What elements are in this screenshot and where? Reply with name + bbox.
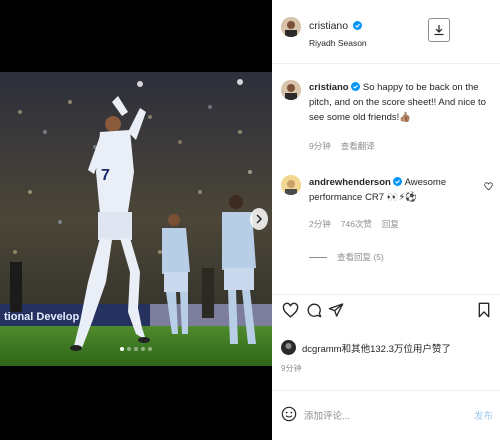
caption-time: 9分钟 [309,141,331,151]
heart-icon [282,302,298,318]
comment-time: 2分钟 [309,219,331,229]
comment-author[interactable]: andrewhenderson [309,177,391,188]
share-button[interactable] [327,301,345,319]
post-header: cristiano Riyadh Season [272,0,500,64]
post-location[interactable]: Riyadh Season [309,38,367,48]
replies-divider [309,256,327,258]
next-image-button[interactable] [250,208,268,230]
ad-board-text: tional Develop [4,311,79,323]
caption-author[interactable]: cristiano [309,82,349,93]
comment-like-count[interactable]: 746次赞 [341,218,372,230]
post-media: tional Develop 7 [0,0,272,440]
view-replies-link[interactable]: 查看回复 (5) [337,251,384,263]
bookmark-icon [478,302,490,318]
verified-badge-icon [351,82,361,91]
author-row: cristiano [309,16,362,34]
carousel-dot[interactable] [127,347,131,351]
avatar-image [281,175,301,195]
post-photo[interactable]: tional Develop 7 [0,72,272,366]
add-comment-row: 添加评论... 发布 [272,390,500,440]
comments-section: cristiano So happy to be back on the pit… [272,64,500,294]
save-button[interactable] [475,301,493,319]
comment-icon [307,303,322,318]
verified-badge-icon [352,21,362,30]
avatar[interactable] [281,17,301,37]
post-time: 9分钟 [281,364,302,373]
comment-like-heart-icon[interactable] [484,182,493,191]
carousel-dot[interactable] [141,347,145,351]
caption-text: cristiano So happy to be back on the pit… [309,80,495,125]
avatar-image [281,340,296,355]
comment-input[interactable]: 添加评论... [304,408,350,422]
comment-meta: 2分钟 746次赞 回复 [309,218,399,230]
stadium-photo: tional Develop 7 [0,72,272,366]
avatar-image [281,17,301,37]
post-details-panel: cristiano Riyadh Season cristiano So hap… [272,0,500,440]
svg-text:7: 7 [101,167,110,184]
avatar[interactable] [281,340,296,355]
avatar[interactable] [281,175,301,195]
avatar[interactable] [281,80,301,100]
download-button[interactable] [428,18,450,42]
likes-summary[interactable]: dcgramm和其他132.3万位用户赞了 [302,341,451,355]
comment-text: andrewhenderson Awesome performance CR7 … [309,175,479,205]
carousel-dot[interactable] [134,347,138,351]
view-replies-row[interactable]: 查看回复 (5) [309,251,384,263]
author-username[interactable]: cristiano [309,20,348,32]
carousel-dot[interactable] [148,347,152,351]
chevron-right-icon [256,214,263,224]
post-comment-button[interactable]: 发布 [474,408,493,422]
carousel-dots [0,347,272,351]
comment-button[interactable] [305,301,323,319]
send-icon [328,303,344,317]
like-button[interactable] [281,301,299,319]
reply-link[interactable]: 回复 [382,218,399,230]
avatar-image [281,80,301,100]
see-translation-link[interactable]: 查看翻译 [341,140,375,152]
verified-badge-icon [393,177,403,186]
carousel-dot[interactable] [120,347,124,351]
download-icon [434,25,444,36]
caption-meta: 9分钟 查看翻译 [309,140,375,152]
smiley-icon[interactable] [281,406,297,422]
